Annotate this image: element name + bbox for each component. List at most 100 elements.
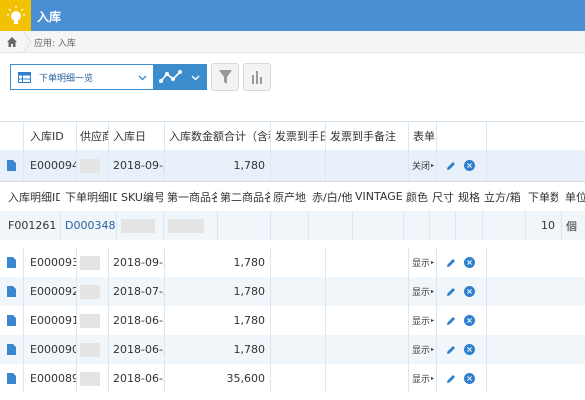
breadcrumb-current[interactable]: 应用: 入库 xyxy=(34,36,76,49)
document-icon xyxy=(7,286,16,297)
form-toggle[interactable]: 显示 ▸ xyxy=(412,277,436,306)
edit-icon[interactable] xyxy=(445,335,459,364)
lightbulb-icon[interactable] xyxy=(0,0,31,31)
view-select[interactable]: 下单明细一览 xyxy=(10,64,154,90)
line-chart-icon xyxy=(159,70,182,83)
table-header: 入库ID 供应商 入库日 入库数金额合计（含税） 发票到手日 发票到手备注 表单 xyxy=(0,121,585,150)
col-header-sku[interactable]: SKU编号 xyxy=(121,182,163,211)
col-header-size[interactable]: 尺寸 xyxy=(432,182,456,211)
col-header-product-name-2[interactable]: 第二商品名 xyxy=(220,182,270,211)
amount-total: 1,780 xyxy=(233,343,266,356)
bar-chart-button[interactable] xyxy=(243,63,271,91)
edit-icon[interactable] xyxy=(445,150,459,181)
col-header-spec[interactable]: 规格 xyxy=(458,182,484,211)
col-header-order-detail-id[interactable]: 下单明细ID xyxy=(65,182,117,211)
caret-right-icon: ▸ xyxy=(431,346,435,353)
table-row[interactable]: E000091 2018-06-30 1,780 显示▸ × xyxy=(0,306,585,335)
col-header-color[interactable]: 颜色 xyxy=(406,182,430,211)
delete-icon[interactable]: × xyxy=(464,248,478,277)
table-row[interactable]: E000094 2018-09-30 1,780 关闭▸ × xyxy=(0,150,585,181)
form-toggle[interactable]: 关闭 ▸ xyxy=(412,150,436,181)
amount-total: 1,780 xyxy=(233,285,266,298)
detail-table-header: 入库明细ID 下单明细ID SKU编号 第一商品名 第二商品名 原产地 赤/白/… xyxy=(0,181,585,211)
col-header-origin[interactable]: 原产地 xyxy=(273,182,311,211)
edit-icon[interactable] xyxy=(445,248,459,277)
row-document-icon[interactable] xyxy=(7,248,21,277)
col-header-form[interactable]: 表单 xyxy=(413,122,436,150)
order-detail-id-link[interactable]: D000348 xyxy=(65,211,115,240)
product-name-redacted xyxy=(168,211,208,240)
row-document-icon[interactable] xyxy=(7,335,21,364)
col-header-order-qty[interactable]: 下单数 xyxy=(528,182,558,211)
delete-icon[interactable]: × xyxy=(464,306,478,335)
detail-id: F001261 xyxy=(8,219,57,232)
edit-icon[interactable] xyxy=(445,277,459,306)
receipt-id: E000090 xyxy=(30,343,76,356)
delete-icon[interactable]: × xyxy=(464,277,478,306)
caret-right-icon: ▸ xyxy=(431,375,435,382)
col-header-receipt-id[interactable]: 入库ID xyxy=(30,122,76,150)
order-qty: 10 xyxy=(541,219,555,232)
col-header-unit[interactable]: 单位 xyxy=(565,182,585,211)
form-toggle-label: 显示 xyxy=(412,259,431,269)
col-header-invoice-note[interactable]: 发票到手备注 xyxy=(330,122,408,150)
chevron-down-icon xyxy=(138,75,147,81)
amount-total: 35,600 xyxy=(226,372,266,385)
filter-button[interactable] xyxy=(211,63,239,91)
delete-icon[interactable]: × xyxy=(464,335,478,364)
receipt-id: E000094 xyxy=(30,159,76,172)
document-icon xyxy=(7,373,16,384)
form-toggle[interactable]: 显示 ▸ xyxy=(412,306,436,335)
table-row[interactable]: E000090 2018-06-30 1,780 显示▸ × xyxy=(0,335,585,364)
amount-total: 1,780 xyxy=(233,314,266,327)
amount-total: 1,780 xyxy=(233,159,266,172)
form-toggle[interactable]: 显示 ▸ xyxy=(412,248,436,277)
detail-row[interactable]: F001261 D000348 10 個 xyxy=(0,211,585,240)
col-header-invoice-date[interactable]: 发票到手日 xyxy=(275,122,325,150)
receipt-id: E000091 xyxy=(30,314,76,327)
document-icon xyxy=(7,160,16,171)
breadcrumb: 应用: 入库 xyxy=(0,31,585,53)
form-toggle-label: 显示 xyxy=(412,288,431,298)
form-toggle[interactable]: 显示 ▸ xyxy=(412,335,436,364)
supplier-redacted xyxy=(80,277,102,306)
row-document-icon[interactable] xyxy=(7,364,21,393)
chevron-down-icon xyxy=(191,75,200,81)
form-toggle-label: 显示 xyxy=(412,317,431,327)
col-header-amount-total[interactable]: 入库数金额合计（含税） xyxy=(169,122,270,150)
home-icon[interactable] xyxy=(6,36,18,48)
caret-right-icon: ▸ xyxy=(431,317,435,324)
receipt-date: 2018-09-30 xyxy=(113,159,164,172)
app-header: 入库 xyxy=(0,0,585,31)
row-document-icon[interactable] xyxy=(7,306,21,335)
form-toggle[interactable]: 显示 ▸ xyxy=(412,364,436,393)
supplier-redacted xyxy=(80,150,102,181)
row-document-icon[interactable] xyxy=(7,150,21,181)
col-header-product-name-1[interactable]: 第一商品名 xyxy=(167,182,217,211)
delete-icon[interactable]: × xyxy=(464,150,478,181)
edit-icon[interactable] xyxy=(445,306,459,335)
document-icon xyxy=(7,257,16,268)
supplier-redacted xyxy=(80,364,102,393)
receipt-date: 2018-06-30 xyxy=(113,314,164,327)
row-document-icon[interactable] xyxy=(7,277,21,306)
col-header-cubic-per-case[interactable]: 立方/箱 xyxy=(484,182,526,211)
form-toggle-label: 显示 xyxy=(412,375,431,385)
view-select-value: 下单明细一览 xyxy=(39,74,94,84)
sku-redacted xyxy=(121,211,161,240)
table-row[interactable]: E000089 2018-06-30 35,600 显示▸ × xyxy=(0,364,585,393)
delete-icon[interactable]: × xyxy=(464,364,478,393)
col-header-receipt-date[interactable]: 入库日 xyxy=(113,122,164,150)
table-row[interactable]: E000092 2018-07-31 1,780 显示▸ × xyxy=(0,277,585,306)
table-row[interactable]: E000093 2018-09-30 1,780 显示▸ × xyxy=(0,248,585,277)
unit: 個 xyxy=(566,219,577,233)
col-header-supplier[interactable]: 供应商 xyxy=(80,122,108,150)
form-toggle-label: 关闭 xyxy=(412,162,431,172)
edit-icon[interactable] xyxy=(445,364,459,393)
col-header-wine-type[interactable]: 赤/白/他 xyxy=(312,182,352,211)
chart-view-button[interactable] xyxy=(154,64,207,90)
app-title: 入库 xyxy=(37,10,62,24)
col-header-vintage[interactable]: VINTAGE xyxy=(355,182,403,211)
document-icon xyxy=(7,344,16,355)
col-header-detail-id[interactable]: 入库明细ID xyxy=(8,182,60,211)
